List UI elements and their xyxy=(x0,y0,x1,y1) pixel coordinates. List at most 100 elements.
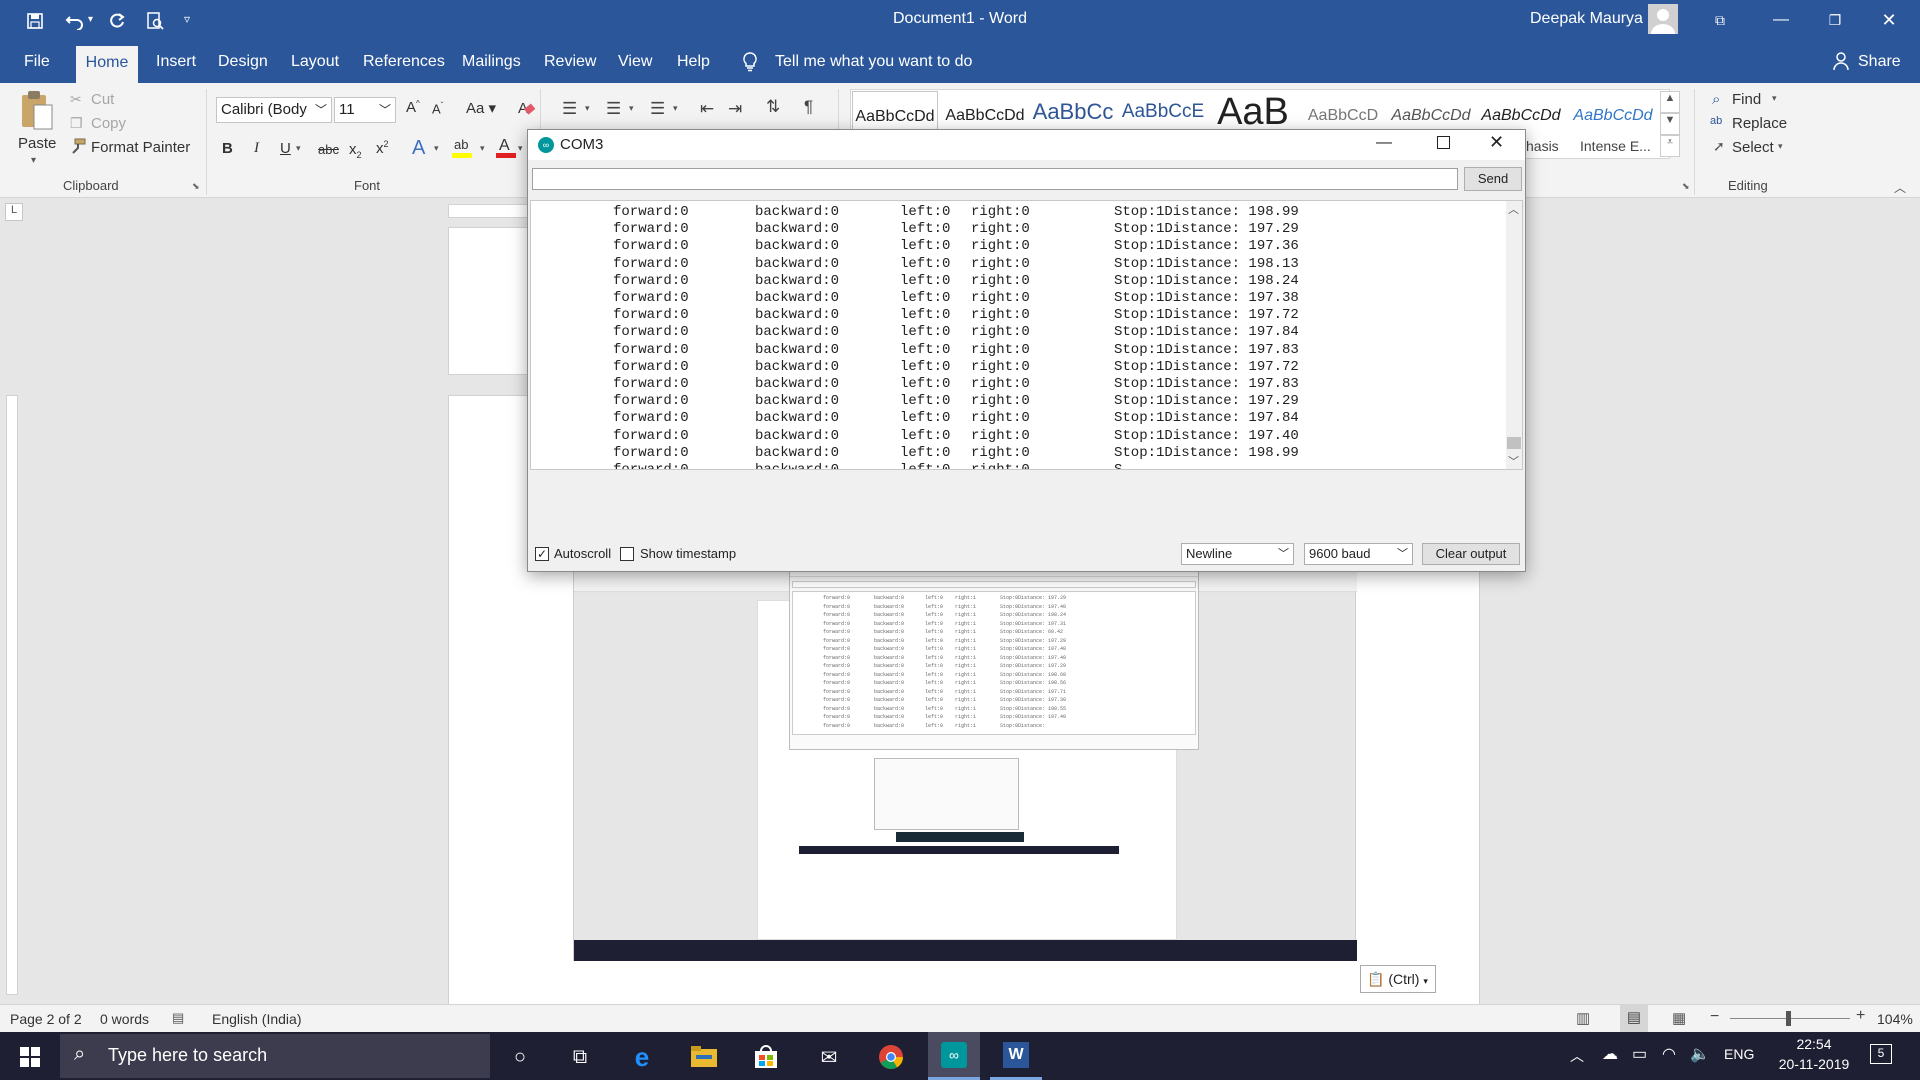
close-icon[interactable]: ✕ xyxy=(1874,8,1904,32)
italic-icon[interactable]: I xyxy=(254,140,259,157)
page-count[interactable]: Page 2 of 2 xyxy=(10,1011,82,1027)
format-painter-button[interactable]: Format Painter xyxy=(91,139,190,156)
chevron-down-icon[interactable]: ﹀ xyxy=(315,98,327,122)
paste-options-button[interactable]: 📋 (Ctrl) ▾ xyxy=(1360,965,1436,993)
cortana-icon[interactable]: ○ xyxy=(495,1038,545,1076)
task-view-icon[interactable]: ⧉ xyxy=(555,1038,605,1076)
volume-icon[interactable]: 🔈 xyxy=(1690,1044,1710,1064)
clock-time[interactable]: 22:54 xyxy=(1784,1036,1844,1052)
show-timestamp-checkbox[interactable] xyxy=(620,547,634,561)
superscript-icon[interactable]: x2 xyxy=(376,139,389,157)
zoom-out-icon[interactable]: − xyxy=(1710,1008,1719,1026)
action-center-icon[interactable]: 5 xyxy=(1870,1044,1892,1064)
share-icon[interactable] xyxy=(1833,52,1849,74)
chevron-down-icon[interactable]: ▾ xyxy=(629,103,634,114)
serial-output[interactable]: forward:0 backward:0 left:0 right:0 Stop:1Di… xyxy=(530,200,1523,470)
minimize-icon[interactable]: — xyxy=(1766,8,1796,32)
tab-file[interactable]: File xyxy=(18,42,56,83)
arduino-taskbar-button[interactable]: ∞ xyxy=(928,1032,980,1080)
chevron-down-icon[interactable]: ▾ xyxy=(480,143,485,154)
print-preview-icon[interactable] xyxy=(142,8,168,34)
numbering-icon[interactable]: ☰ xyxy=(606,99,621,119)
chevron-down-icon[interactable]: ▾ xyxy=(585,103,590,114)
serial-input[interactable] xyxy=(532,168,1458,190)
highlight-icon[interactable]: ab xyxy=(452,135,474,163)
share-button[interactable]: Share xyxy=(1852,42,1907,83)
clear-output-button[interactable]: Clear output xyxy=(1422,543,1520,565)
chevron-down-icon[interactable]: ﹀ xyxy=(379,98,391,122)
clock-date[interactable]: 20-11-2019 xyxy=(1770,1056,1858,1072)
autoscroll-checkbox[interactable]: ✓ xyxy=(535,547,549,561)
subscript-icon[interactable]: x2 xyxy=(349,141,362,160)
strikethrough-icon[interactable]: abc xyxy=(318,142,339,157)
undo-icon[interactable] xyxy=(62,8,88,34)
multilevel-list-icon[interactable]: ☰ xyxy=(650,99,665,119)
find-button[interactable]: Find xyxy=(1732,91,1761,108)
tab-references[interactable]: References xyxy=(357,42,451,83)
tab-mailings[interactable]: Mailings xyxy=(456,42,527,83)
word-count[interactable]: 0 words xyxy=(100,1011,149,1027)
scroll-up-icon[interactable]: ︿ xyxy=(1508,201,1519,217)
increase-indent-icon[interactable]: ⇥ xyxy=(728,99,742,119)
serial-scrollbar[interactable]: ︿ ﹀ xyxy=(1506,201,1522,469)
text-effects-icon[interactable]: A xyxy=(412,137,425,160)
taskbar-search-box[interactable]: ⌕ Type here to search xyxy=(60,1034,490,1078)
collapse-ribbon-icon[interactable]: ︿ xyxy=(1894,179,1906,196)
paste-button[interactable]: Paste xyxy=(18,135,56,152)
clear-formatting-icon[interactable]: A xyxy=(516,97,536,123)
chevron-down-icon[interactable]: ▾ xyxy=(1772,93,1777,104)
show-hidden-icons-icon[interactable]: ︿ xyxy=(1570,1046,1584,1066)
font-color-icon[interactable]: A xyxy=(496,135,516,163)
scroll-down-icon[interactable]: ﹀ xyxy=(1508,453,1519,469)
cut-button[interactable]: Cut xyxy=(91,91,114,108)
tab-home[interactable]: Home xyxy=(76,46,138,83)
chevron-down-icon[interactable]: ▾ xyxy=(1778,141,1783,152)
edge-icon[interactable]: e xyxy=(617,1038,667,1076)
paste-dropdown-icon[interactable]: ▾ xyxy=(31,155,36,166)
font-name-field[interactable]: Calibri (Body ﹀ xyxy=(216,97,332,123)
styles-more-icon[interactable]: ⩡ xyxy=(1660,135,1680,157)
file-explorer-icon[interactable] xyxy=(679,1038,729,1076)
minimize-icon[interactable]: — xyxy=(1376,134,1392,152)
read-mode-icon[interactable]: ▥ xyxy=(1576,1009,1590,1027)
chrome-icon[interactable] xyxy=(866,1038,916,1076)
web-layout-icon[interactable]: ▦ xyxy=(1672,1009,1686,1027)
select-button[interactable]: Select xyxy=(1732,139,1774,156)
bold-icon[interactable]: B xyxy=(222,140,233,157)
maximize-icon[interactable] xyxy=(1437,136,1450,149)
serial-monitor-title-bar[interactable]: ∞ COM3 — ✕ xyxy=(528,130,1525,160)
tab-review[interactable]: Review xyxy=(538,42,602,83)
styles-launcher-icon[interactable]: ⬊ xyxy=(1682,181,1690,192)
pasted-screenshot[interactable]: forward:0 backward:0 left:0 right:1 Stop… xyxy=(573,566,1357,961)
grow-font-icon[interactable]: A^ xyxy=(406,99,420,116)
replace-button[interactable]: Replace xyxy=(1732,115,1787,132)
restore-icon[interactable]: ❐ xyxy=(1820,8,1850,32)
zoom-in-icon[interactable]: + xyxy=(1856,1007,1865,1025)
send-button[interactable]: Send xyxy=(1464,167,1522,191)
zoom-slider-thumb[interactable] xyxy=(1786,1011,1791,1026)
tab-help[interactable]: Help xyxy=(671,42,716,83)
avatar[interactable] xyxy=(1648,4,1678,34)
change-case-icon[interactable]: Aa ▾ xyxy=(466,99,496,117)
chevron-down-icon[interactable]: ▾ xyxy=(434,143,439,154)
chevron-down-icon[interactable]: ▾ xyxy=(518,143,523,154)
tab-insert[interactable]: Insert xyxy=(150,42,202,83)
scrollbar-thumb[interactable] xyxy=(1507,437,1521,449)
baud-select[interactable]: 9600 baud ﹀ xyxy=(1304,543,1413,565)
clipboard-launcher-icon[interactable]: ⬊ xyxy=(192,181,200,192)
shrink-font-icon[interactable]: Aˇ xyxy=(432,101,443,116)
onedrive-icon[interactable]: ☁ xyxy=(1602,1044,1618,1064)
undo-dropdown-icon[interactable]: ▾ xyxy=(88,14,93,25)
store-icon[interactable] xyxy=(741,1038,791,1076)
decrease-indent-icon[interactable]: ⇤ xyxy=(700,99,714,119)
language-indicator[interactable]: English (India) xyxy=(212,1011,302,1027)
copy-button[interactable]: Copy xyxy=(91,115,126,132)
customize-qat-icon[interactable]: ▿ xyxy=(184,12,190,26)
tab-view[interactable]: View xyxy=(612,42,658,83)
input-language[interactable]: ENG xyxy=(1724,1046,1754,1062)
underline-icon[interactable]: U xyxy=(280,140,291,157)
wifi-icon[interactable]: ◠ xyxy=(1662,1044,1676,1064)
battery-icon[interactable]: ▭ xyxy=(1632,1044,1647,1064)
redo-icon[interactable] xyxy=(104,8,130,34)
chevron-down-icon[interactable]: ▾ xyxy=(296,143,301,154)
